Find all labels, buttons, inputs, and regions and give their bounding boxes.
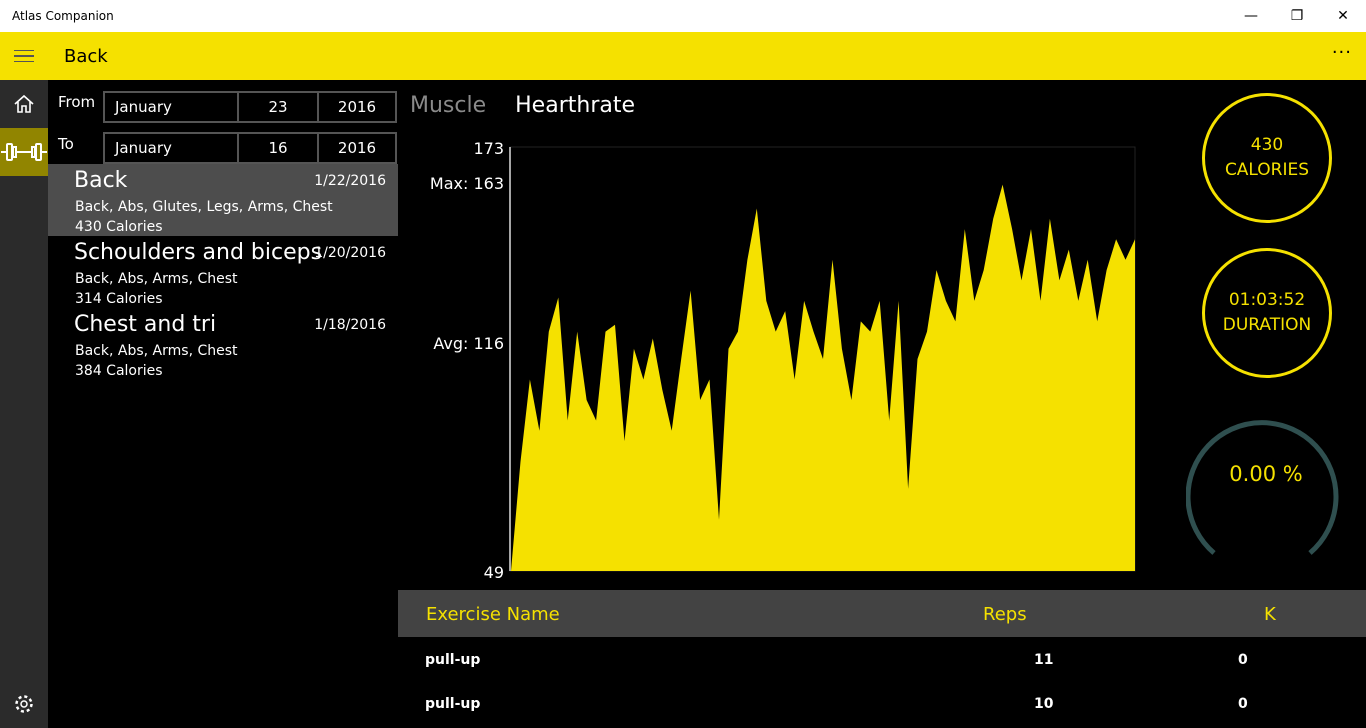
workout-list: Back 1/22/2016 Back, Abs, Glutes, Legs, … bbox=[48, 164, 398, 380]
home-icon bbox=[14, 94, 34, 113]
cell-exercise: pull-up bbox=[425, 652, 481, 668]
window-title: Atlas Companion bbox=[12, 9, 114, 23]
settings-button[interactable] bbox=[0, 680, 48, 728]
cell-k: 0 bbox=[1238, 652, 1248, 668]
tab-muscle[interactable]: Muscle bbox=[410, 93, 486, 118]
to-year[interactable]: 2016 bbox=[319, 134, 395, 162]
from-label: From bbox=[58, 93, 96, 111]
gear-icon bbox=[15, 695, 33, 713]
hamburger-icon[interactable] bbox=[0, 32, 48, 80]
calories-value: 430 bbox=[1250, 135, 1284, 155]
from-day[interactable]: 23 bbox=[239, 93, 319, 121]
heartrate-area bbox=[511, 184, 1135, 571]
y-label-max: Max: 163 bbox=[429, 174, 504, 193]
duration-value: 01:03:52 bbox=[1228, 290, 1306, 310]
to-date-picker[interactable]: January 16 2016 bbox=[103, 132, 397, 164]
workout-calories: 314 Calories bbox=[75, 291, 163, 307]
workout-calories: 430 Calories bbox=[75, 219, 163, 235]
gauge-track bbox=[1186, 420, 1339, 555]
app-bar: Back ··· bbox=[0, 32, 1366, 80]
close-button[interactable]: ✕ bbox=[1320, 0, 1366, 32]
header-exercise-name[interactable]: Exercise Name bbox=[426, 604, 560, 625]
workout-date: 1/18/2016 bbox=[314, 317, 386, 333]
chart-tabs: Muscle Hearthrate bbox=[410, 93, 657, 118]
from-month[interactable]: January bbox=[105, 93, 239, 121]
cell-reps: 11 bbox=[1034, 652, 1054, 668]
title-bar: Atlas Companion — ❐ ✕ bbox=[0, 0, 1366, 32]
progress-text: 0.00 % bbox=[1229, 462, 1303, 486]
nav-rail bbox=[0, 80, 48, 728]
header-reps[interactable]: Reps bbox=[983, 604, 1027, 625]
workout-date: 1/22/2016 bbox=[314, 173, 386, 189]
duration-label: DURATION bbox=[1222, 315, 1312, 335]
y-label-avg: Avg: 116 bbox=[433, 334, 504, 353]
cell-reps: 10 bbox=[1034, 696, 1054, 712]
nav-workouts[interactable] bbox=[0, 128, 48, 176]
to-label: To bbox=[58, 135, 74, 153]
dumbbell-icon bbox=[1, 143, 47, 161]
page-title: Back bbox=[64, 46, 108, 67]
y-label-bottom: 49 bbox=[483, 563, 504, 582]
duration-stat: 01:03:52 DURATION bbox=[1202, 248, 1332, 378]
heartrate-chart bbox=[509, 146, 1136, 572]
workout-muscles: Back, Abs, Glutes, Legs, Arms, Chest bbox=[75, 199, 333, 215]
table-row[interactable]: pull-up 11 0 bbox=[398, 638, 1366, 682]
minimize-button[interactable]: — bbox=[1228, 0, 1274, 32]
list-item[interactable]: Chest and tri 1/18/2016 Back, Abs, Arms,… bbox=[48, 308, 398, 380]
to-day[interactable]: 16 bbox=[239, 134, 319, 162]
list-item[interactable]: Schoulders and biceps 1/20/2016 Back, Ab… bbox=[48, 236, 398, 308]
cell-k: 0 bbox=[1238, 696, 1248, 712]
table-header: Exercise Name Reps K bbox=[398, 590, 1366, 637]
to-month[interactable]: January bbox=[105, 134, 239, 162]
tab-hearthrate[interactable]: Hearthrate bbox=[515, 93, 635, 118]
from-year[interactable]: 2016 bbox=[319, 93, 395, 121]
more-button[interactable]: ··· bbox=[1332, 42, 1352, 63]
y-label-top: 173 bbox=[473, 139, 504, 158]
nav-home[interactable] bbox=[0, 80, 48, 128]
workout-muscles: Back, Abs, Arms, Chest bbox=[75, 271, 238, 287]
workout-name: Schoulders and biceps bbox=[74, 240, 323, 265]
calories-label: CALORIES bbox=[1224, 160, 1310, 180]
cell-exercise: pull-up bbox=[425, 696, 481, 712]
workout-name: Chest and tri bbox=[74, 312, 217, 337]
list-item[interactable]: Back 1/22/2016 Back, Abs, Glutes, Legs, … bbox=[48, 164, 398, 236]
from-date-picker[interactable]: January 23 2016 bbox=[103, 91, 397, 123]
table-row[interactable]: pull-up 10 0 bbox=[398, 682, 1366, 726]
workout-calories: 384 Calories bbox=[75, 363, 163, 379]
header-k[interactable]: K bbox=[1264, 604, 1276, 625]
workout-date: 1/20/2016 bbox=[314, 245, 386, 261]
workout-name: Back bbox=[74, 168, 128, 193]
workout-muscles: Back, Abs, Arms, Chest bbox=[75, 343, 238, 359]
calories-stat: 430 CALORIES bbox=[1202, 93, 1332, 223]
maximize-button[interactable]: ❐ bbox=[1274, 0, 1320, 32]
